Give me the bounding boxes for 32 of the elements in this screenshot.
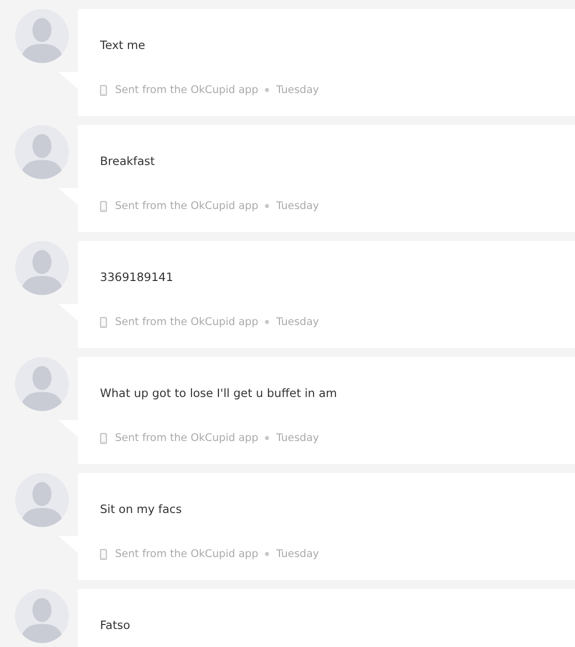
message-time: Tuesday [276, 431, 319, 445]
phone-icon [100, 84, 107, 96]
message-time: Tuesday [276, 83, 319, 97]
avatar [15, 473, 69, 527]
source-label: Sent from the OkCupid app [115, 315, 258, 329]
separator-dot [265, 204, 270, 208]
avatar [15, 125, 69, 179]
avatar [15, 9, 69, 63]
message-text: Text me [100, 37, 146, 53]
phone-icon [100, 316, 107, 328]
phone-icon [100, 432, 107, 444]
separator-dot [265, 320, 270, 324]
separator-dot [265, 88, 270, 92]
source-label: Sent from the OkCupid app [115, 83, 258, 97]
avatar [15, 589, 69, 643]
message-time: Tuesday [276, 315, 319, 329]
source-label: Sent from the OkCupid app [115, 199, 258, 213]
message-text: Sit on my facs [100, 501, 183, 517]
source-label: Sent from the OkCupid app [115, 547, 258, 561]
separator-dot [265, 552, 270, 556]
message-time: Tuesday [276, 199, 319, 213]
message-time: Tuesday [276, 547, 319, 561]
avatar [15, 241, 69, 295]
message-text: What up got to lose I'll get u buffet in am [100, 385, 338, 401]
source-label: Sent from the OkCupid app [115, 431, 258, 445]
message-text: 3369189141 [100, 269, 174, 285]
phone-icon [100, 548, 107, 560]
phone-icon [100, 200, 107, 212]
avatar [15, 357, 69, 411]
message-text: Breakfast [100, 153, 156, 169]
message-text: Fatso [100, 617, 132, 633]
separator-dot [265, 436, 270, 440]
